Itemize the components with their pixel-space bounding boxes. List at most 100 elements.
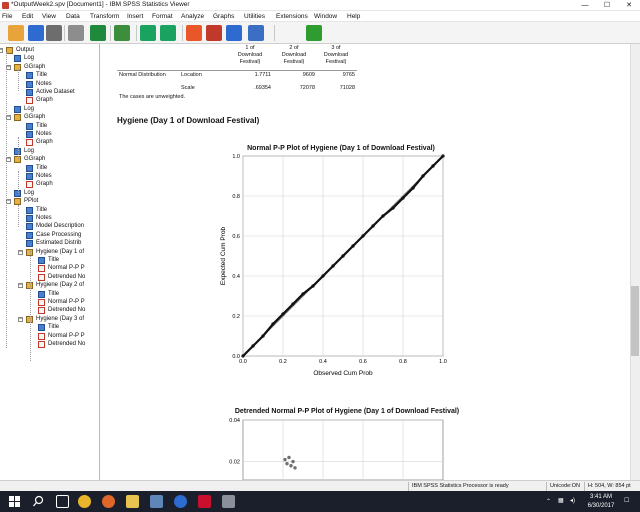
x-tick-label: 0.4	[319, 359, 327, 365]
output-icon	[26, 223, 33, 231]
outline-item-label: Graph	[36, 97, 53, 104]
scrollbar-thumb[interactable]	[631, 286, 639, 356]
y-tick-label: 0.4	[232, 274, 240, 280]
detrended-pp-plot[interactable]: 0.04 0.02	[201, 416, 461, 480]
menu-view[interactable]: View	[42, 13, 56, 20]
output-icon	[38, 290, 45, 298]
designate-window-icon[interactable]	[306, 25, 322, 41]
clock-time[interactable]: 3:41 AM	[586, 494, 616, 500]
menu-window[interactable]: Window	[314, 13, 337, 20]
x-tick-label: 1.0	[439, 359, 447, 365]
toolbar-separator	[182, 25, 183, 41]
tree-connector	[6, 52, 7, 348]
start-button[interactable]	[8, 495, 21, 508]
firefox-icon[interactable]	[102, 495, 115, 508]
book-icon	[6, 47, 13, 54]
menu-analyze[interactable]: Analyze	[181, 13, 204, 20]
task-view-icon[interactable]	[56, 495, 69, 508]
print-preview-icon[interactable]	[68, 25, 84, 41]
plot-area	[242, 419, 444, 480]
app-icon[interactable]	[222, 495, 235, 508]
table-cell: .69354	[254, 85, 271, 91]
y-tick-label: 0.04	[229, 418, 240, 424]
tree-connector	[30, 251, 31, 361]
menu-data[interactable]: Data	[66, 13, 80, 20]
chart-icon	[38, 265, 45, 273]
section-title: Hygiene (Day 1 of Download Festival)	[117, 116, 260, 125]
volume-icon[interactable]: ◂)	[570, 497, 575, 504]
tree-expander-icon[interactable]: –	[18, 249, 23, 255]
menu-transform[interactable]: Transform	[90, 13, 119, 20]
redo-icon[interactable]	[160, 25, 176, 41]
table-cell: 71028	[339, 85, 355, 91]
output-icon	[26, 231, 33, 239]
undo-icon[interactable]	[140, 25, 156, 41]
unicode-status: Unicode:ON	[546, 482, 583, 491]
export-icon[interactable]	[90, 25, 106, 41]
y-tick-label: 0.8	[232, 194, 240, 200]
detrended-plot-title: Detrended Normal P-P Plot of Hygiene (Da…	[234, 408, 460, 415]
save-icon[interactable]	[28, 25, 44, 41]
recall-dialog-icon[interactable]	[114, 25, 130, 41]
print-icon[interactable]	[46, 25, 62, 41]
data-point	[293, 466, 297, 470]
app-icon[interactable]	[150, 495, 163, 508]
minimize-button[interactable]: —	[574, 0, 596, 11]
column-header: 3 of	[331, 45, 341, 51]
toolbar-separator	[110, 25, 111, 41]
status-bar: IBM SPSS Statistics Processor is ready U…	[0, 480, 640, 491]
tray-chevron-icon[interactable]: ⌃	[546, 498, 551, 505]
chart-icon	[38, 341, 45, 348]
tree-connector	[18, 69, 19, 91]
menu-extensions[interactable]: Extensions	[276, 13, 308, 20]
spss-taskbar-icon[interactable]	[174, 495, 187, 508]
menu-format[interactable]: Format	[152, 13, 173, 20]
vertical-scrollbar[interactable]	[630, 44, 640, 480]
output-icon	[26, 215, 33, 222]
output-icon	[26, 240, 33, 248]
toolbar-separator	[64, 25, 65, 41]
variables-icon[interactable]	[248, 25, 264, 41]
column-header: 2 of	[289, 45, 299, 51]
notifications-icon[interactable]: ☐	[624, 497, 629, 504]
tree-expander-icon[interactable]: –	[18, 316, 23, 322]
menu-file[interactable]: File	[2, 13, 12, 20]
row-group-label: Normal Distribution	[119, 72, 166, 78]
outline-item-label: Hygiene (Day 3 of	[36, 315, 85, 322]
close-button[interactable]: ✕	[618, 0, 640, 11]
output-icon	[26, 206, 33, 214]
menu-utilities[interactable]: Utilities	[244, 13, 265, 20]
spss-app-icon	[2, 2, 9, 9]
data-point	[291, 459, 295, 464]
search-icon[interactable]	[32, 495, 45, 508]
menu-edit[interactable]: Edit	[22, 13, 33, 20]
menu-help[interactable]: Help	[347, 13, 360, 20]
output-icon	[38, 324, 45, 332]
table-footnote: The cases are unweighted.	[119, 94, 186, 100]
outline-item-label: Hygiene (Day 1 of	[36, 248, 85, 255]
maximize-button[interactable]: ☐	[596, 0, 618, 11]
network-icon[interactable]: ▦	[558, 497, 564, 504]
menu-insert[interactable]: Insert	[127, 13, 143, 20]
chart-icon	[38, 307, 45, 315]
data-point	[283, 457, 287, 462]
data-point	[287, 455, 291, 460]
normal-pp-plot[interactable]: 0.0 0.2 0.4 0.6 0.8 1.0 0.0 0.2 0.4 0.6 0.8 1.0 Obse…	[201, 150, 461, 384]
output-icon	[26, 72, 33, 80]
goto-data-icon[interactable]	[186, 25, 202, 41]
menu-graphs[interactable]: Graphs	[213, 13, 234, 20]
title-bar: *OutputWeek2.spv [Document1] - IBM SPSS …	[0, 0, 640, 11]
tree-connector	[18, 205, 19, 227]
output-icon	[26, 80, 33, 88]
file-explorer-icon[interactable]	[126, 495, 139, 508]
goto-variable-icon[interactable]	[226, 25, 242, 41]
chrome-icon[interactable]	[78, 495, 91, 508]
tree-expander-icon[interactable]: –	[18, 283, 23, 289]
acrobat-icon[interactable]	[198, 495, 211, 508]
open-file-icon[interactable]	[8, 25, 24, 41]
column-header: Festival)	[239, 59, 261, 65]
tree-expander-icon[interactable]: –	[0, 48, 3, 53]
goto-case-icon[interactable]	[206, 25, 222, 41]
clock-date[interactable]: 6/30/2017	[583, 503, 619, 509]
output-icon	[26, 89, 33, 96]
